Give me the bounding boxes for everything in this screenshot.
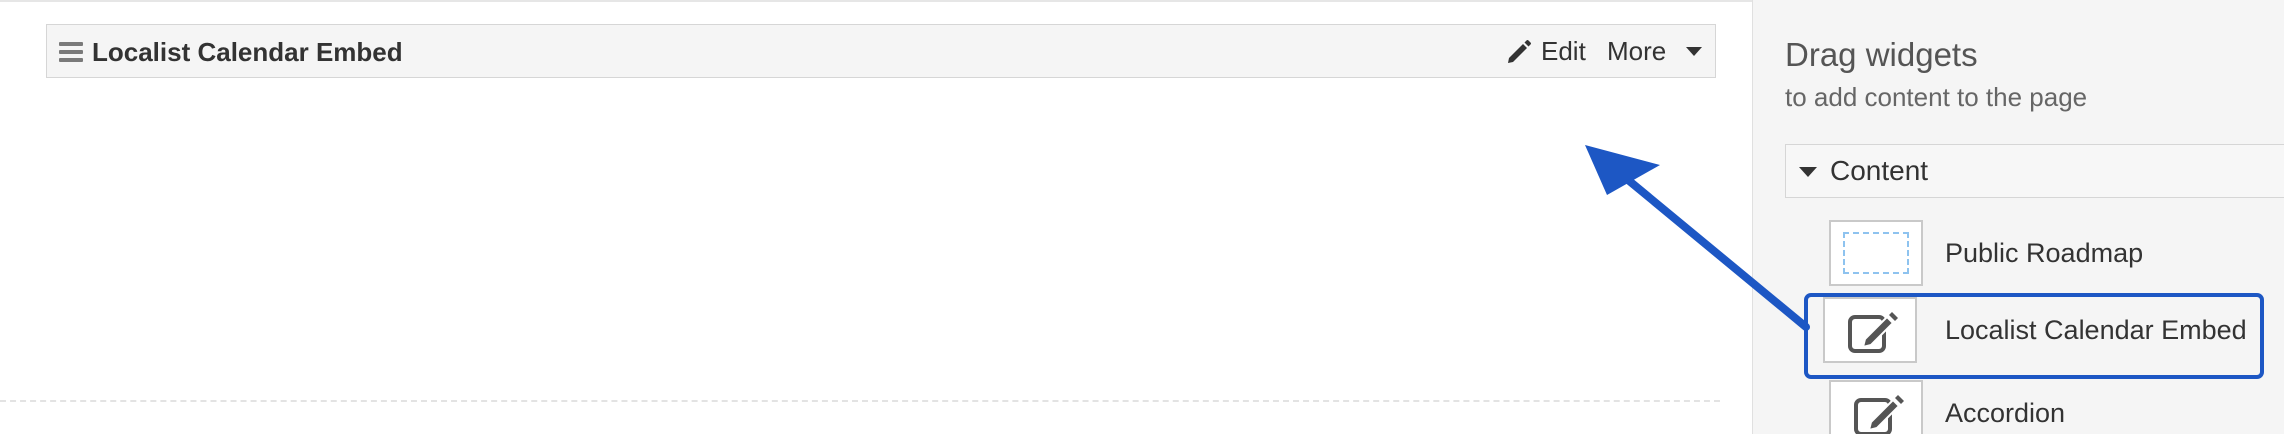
drop-zone-divider xyxy=(0,400,1720,402)
widget-accordion[interactable]: Accordion xyxy=(1829,380,2269,434)
drag-handle-icon[interactable] xyxy=(59,42,83,62)
category-label: Content xyxy=(1830,155,1929,186)
widget-thumbnail xyxy=(1829,220,1923,286)
more-label: More xyxy=(1607,36,1667,66)
page-content-area: Localist Calendar Embed Edit More xyxy=(0,0,1752,434)
page-root: Localist Calendar Embed Edit More Drag w… xyxy=(0,0,2284,434)
sidebar-heading: Drag widgets xyxy=(1785,36,1978,73)
category-content-toggle[interactable]: Content xyxy=(1785,144,2284,198)
widget-thumbnail xyxy=(1829,380,1923,434)
dashed-box-icon xyxy=(1843,232,1909,274)
pencil-icon xyxy=(1508,40,1531,63)
top-border xyxy=(0,0,1752,2)
caret-down-icon xyxy=(1799,167,1817,177)
widget-label: Public Roadmap xyxy=(1945,238,2144,268)
widget-public-roadmap[interactable]: Public Roadmap xyxy=(1829,220,2269,290)
caret-down-icon xyxy=(1686,47,1702,56)
sidebar-subheading: to add content to the page xyxy=(1785,82,2088,112)
placed-widget-title: Localist Calendar Embed xyxy=(92,37,403,67)
highlight-annotation xyxy=(1804,293,2264,379)
widget-label: Accordion xyxy=(1945,398,2066,428)
placed-widget-bar: Localist Calendar Embed Edit More xyxy=(46,24,1716,78)
edit-label: Edit xyxy=(1541,36,1586,66)
edit-square-icon xyxy=(1854,395,1904,434)
